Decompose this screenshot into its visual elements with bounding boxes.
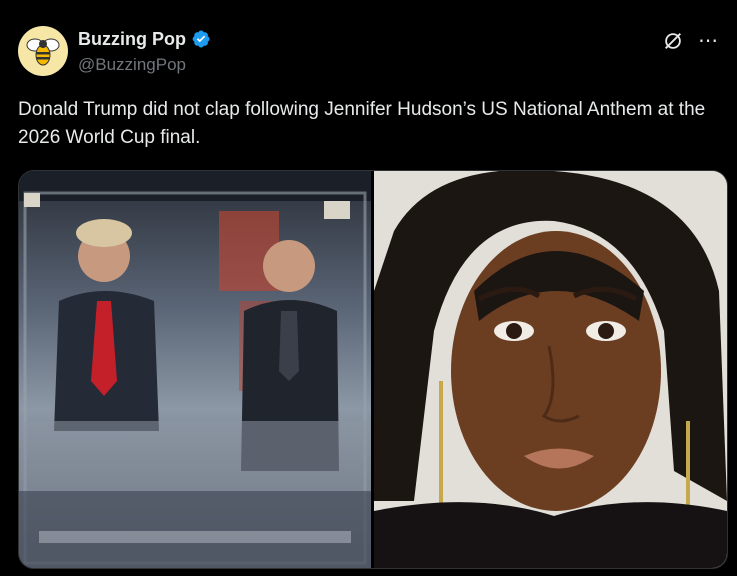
media-image-stadium[interactable]	[19, 171, 371, 568]
verified-badge-icon	[192, 30, 210, 48]
stadium-photo	[19, 171, 371, 568]
portrait-photo	[374, 171, 727, 568]
bee-icon	[26, 38, 60, 66]
post-media[interactable]	[18, 170, 728, 569]
post-header: Buzzing Pop @BuzzingPop ⋯	[18, 26, 719, 78]
avatar[interactable]	[18, 26, 68, 76]
more-options-icon[interactable]: ⋯	[698, 31, 719, 51]
handle[interactable]: @BuzzingPop	[78, 55, 211, 75]
display-name[interactable]: Buzzing Pop	[78, 29, 186, 50]
media-image-portrait[interactable]	[374, 171, 727, 568]
grok-icon[interactable]	[662, 30, 684, 52]
post-text: Donald Trump did not clap following Jenn…	[18, 99, 706, 148]
